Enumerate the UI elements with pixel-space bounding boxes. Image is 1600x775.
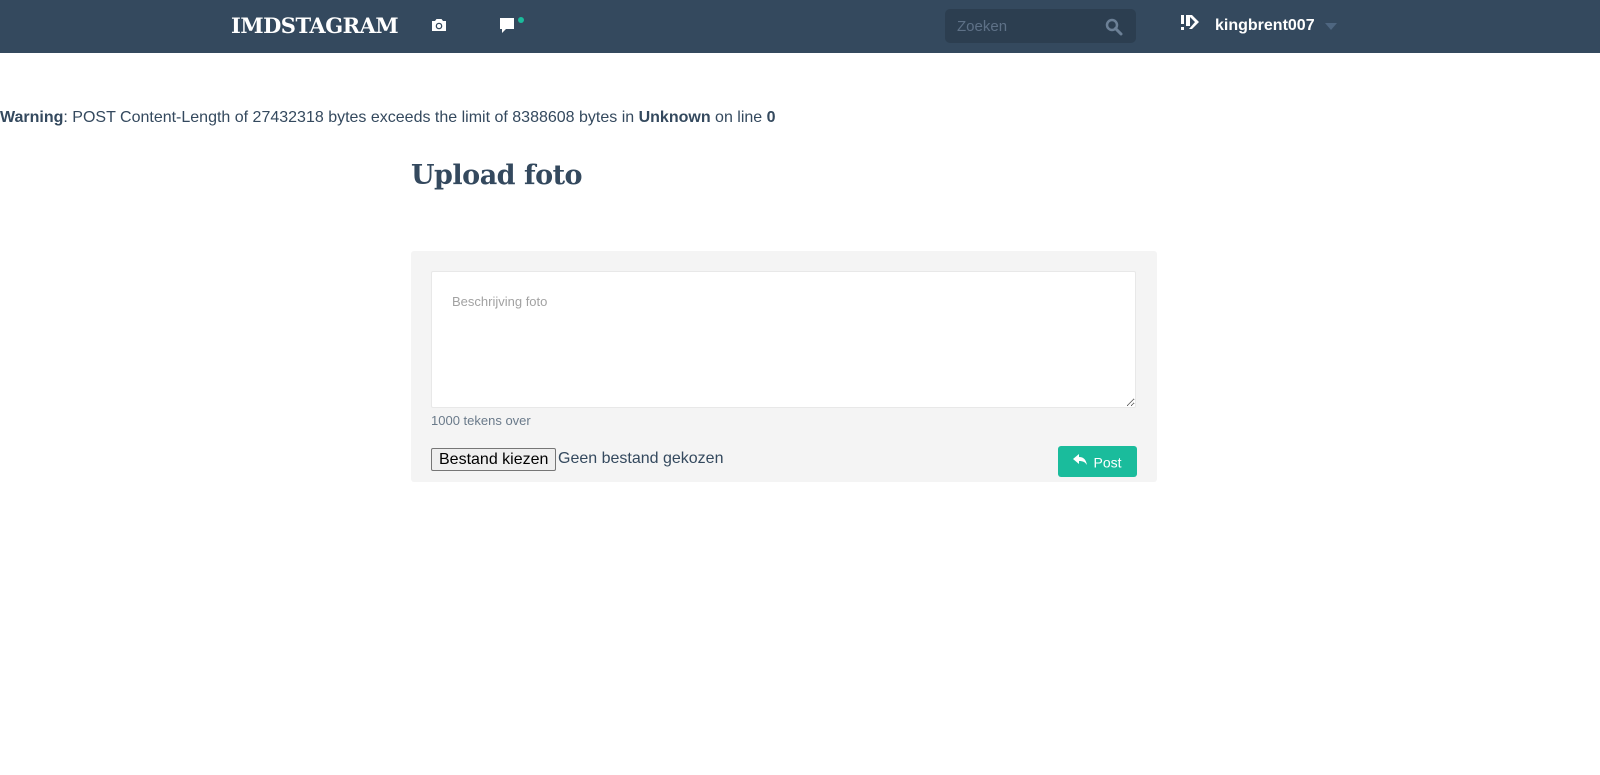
chevron-down-icon[interactable] bbox=[1325, 23, 1337, 30]
post-button[interactable]: Post bbox=[1058, 446, 1137, 477]
warning-message: : POST Content-Length of 27432318 bytes … bbox=[63, 109, 639, 126]
search-input[interactable] bbox=[945, 9, 1107, 43]
search-icon[interactable] bbox=[1105, 18, 1123, 41]
file-status: Geen bestand gekozen bbox=[558, 450, 724, 467]
warning-location: Unknown bbox=[638, 109, 711, 126]
camera-icon[interactable] bbox=[430, 17, 448, 38]
warning-line-text: on line bbox=[710, 109, 767, 126]
brand-logo-icon bbox=[1181, 15, 1201, 38]
warning-prefix: Warning bbox=[0, 109, 64, 126]
php-warning: Warning: POST Content-Length of 27432318… bbox=[0, 109, 776, 127]
char-counter: 1000 tekens over bbox=[431, 413, 531, 428]
post-button-label: Post bbox=[1093, 454, 1122, 471]
search-box bbox=[945, 9, 1136, 43]
upload-form: 1000 tekens over Bestand kiezen Geen bes… bbox=[411, 251, 1157, 482]
chat-icon[interactable] bbox=[498, 16, 526, 41]
warning-line-number: 0 bbox=[766, 109, 776, 126]
notification-dot bbox=[518, 17, 524, 23]
username[interactable]: kingbrent007 bbox=[1215, 17, 1315, 35]
description-textarea[interactable] bbox=[431, 271, 1136, 408]
reply-icon bbox=[1073, 453, 1088, 469]
top-navbar: IMDSTAGRAM kingbre bbox=[0, 0, 1600, 53]
page-title: Upload foto bbox=[411, 160, 583, 191]
brand-logo[interactable]: IMDSTAGRAM bbox=[231, 13, 399, 38]
choose-file-button[interactable]: Bestand kiezen bbox=[431, 448, 557, 471]
